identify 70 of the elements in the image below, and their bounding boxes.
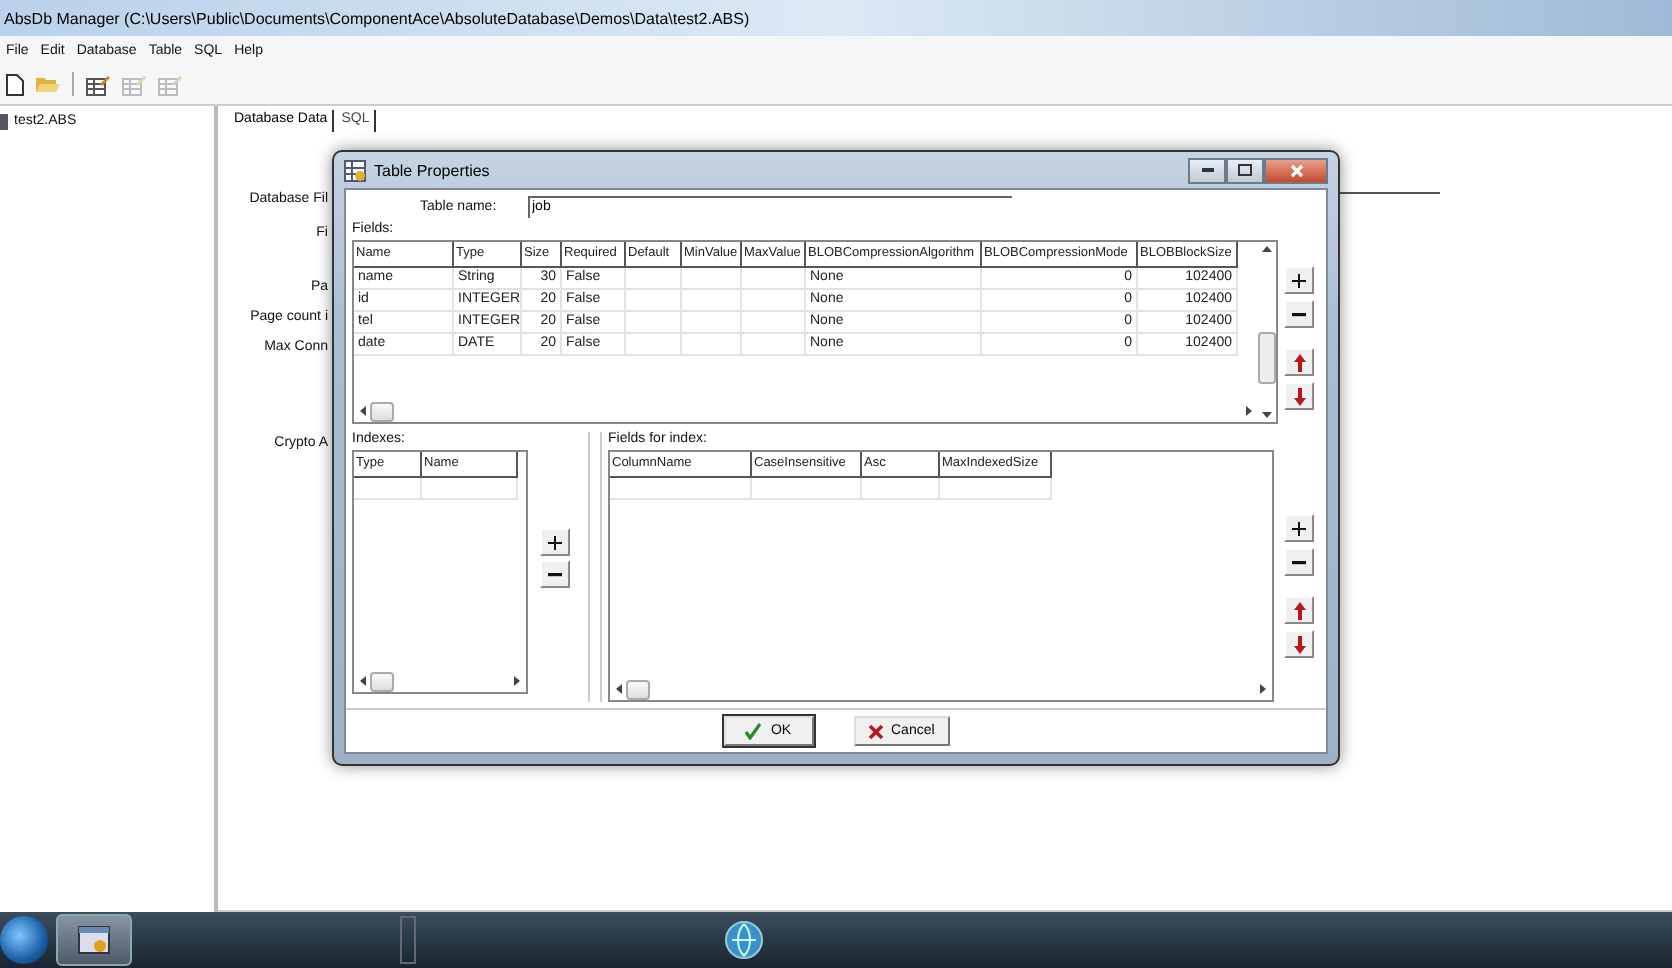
scroll-left-icon[interactable]: [360, 676, 366, 686]
scroll-left-icon[interactable]: [360, 406, 366, 416]
scroll-right-icon[interactable]: [514, 676, 520, 686]
scroll-right-icon[interactable]: [1246, 406, 1252, 416]
table-cell: [752, 478, 862, 500]
table-cell: [862, 478, 940, 500]
table-cell: [354, 478, 422, 500]
table-cell: [422, 478, 518, 500]
minus-icon: [1292, 559, 1306, 565]
plus-icon: [548, 535, 562, 549]
add-button[interactable]: [1284, 514, 1314, 542]
table-cell: [626, 268, 682, 290]
plus-icon: [1292, 521, 1306, 535]
window-icon: [78, 926, 110, 954]
plus-icon: [1292, 273, 1306, 287]
minus-icon: [1292, 311, 1306, 317]
scroll-down-icon[interactable]: [1262, 412, 1272, 418]
table-icon: [344, 159, 366, 181]
maximize-button[interactable]: [1226, 157, 1264, 183]
scroll-thumb[interactable]: [1258, 332, 1276, 384]
taskbar-app-button[interactable]: [56, 914, 132, 966]
table-cell: [626, 334, 682, 356]
arrow-down-icon: [1293, 387, 1305, 405]
table-cell: [626, 312, 682, 334]
scroll-up-icon[interactable]: [1262, 246, 1272, 252]
scroll-thumb[interactable]: [370, 671, 394, 691]
remove-button[interactable]: [1284, 548, 1314, 576]
move-down-button[interactable]: [1284, 382, 1314, 410]
move-up-button[interactable]: [1284, 596, 1314, 624]
table-edit-icon[interactable]: [86, 73, 110, 95]
arrow-down-icon: [1293, 635, 1305, 653]
window-title: AbsDb Manager (C:\Users\Public\Documents\ComponentAce\AbsoluteDatabase\Demos\Data\test2.ABS): [4, 9, 750, 27]
close-icon: [1289, 163, 1303, 177]
add-button[interactable]: [540, 528, 570, 556]
table-cell: [742, 290, 806, 312]
arrow-up-icon: [1293, 601, 1305, 619]
minimize-button[interactable]: [1188, 157, 1226, 183]
table-cell: [742, 312, 806, 334]
dialog-title: Table Properties: [374, 161, 490, 179]
add-button[interactable]: [1284, 266, 1314, 294]
table-cell: [682, 268, 742, 290]
check-icon: [744, 722, 763, 740]
table-cell: [940, 478, 1052, 500]
remove-button[interactable]: [540, 560, 570, 588]
scroll-left-icon[interactable]: [616, 684, 622, 694]
remove-button[interactable]: [1284, 300, 1314, 328]
table-cell: [682, 290, 742, 312]
minus-icon: [548, 571, 562, 577]
scroll-thumb[interactable]: [626, 679, 650, 699]
scroll-control[interactable]: [400, 916, 416, 964]
minimize-icon: [1201, 168, 1213, 172]
new-file-icon[interactable]: [6, 73, 24, 95]
table-cell: [682, 334, 742, 356]
move-down-button[interactable]: [1284, 630, 1314, 658]
scroll-right-icon[interactable]: [1260, 684, 1266, 694]
globe-icon[interactable]: [724, 920, 764, 960]
move-up-button[interactable]: [1284, 348, 1314, 376]
table-cell: [610, 478, 752, 500]
start-button[interactable]: [0, 916, 48, 964]
table-cell: [742, 268, 806, 290]
close-icon: [867, 723, 883, 739]
fields-grid[interactable]: [352, 240, 1278, 424]
maximize-icon: [1238, 164, 1252, 176]
scrollbar[interactable]: [1258, 242, 1276, 422]
table-cell: [682, 312, 742, 334]
close-button[interactable]: [1264, 157, 1328, 183]
scroll-thumb[interactable]: [370, 401, 394, 421]
table-cell: [626, 290, 682, 312]
table-cell: [742, 334, 806, 356]
arrow-up-icon: [1293, 353, 1305, 371]
